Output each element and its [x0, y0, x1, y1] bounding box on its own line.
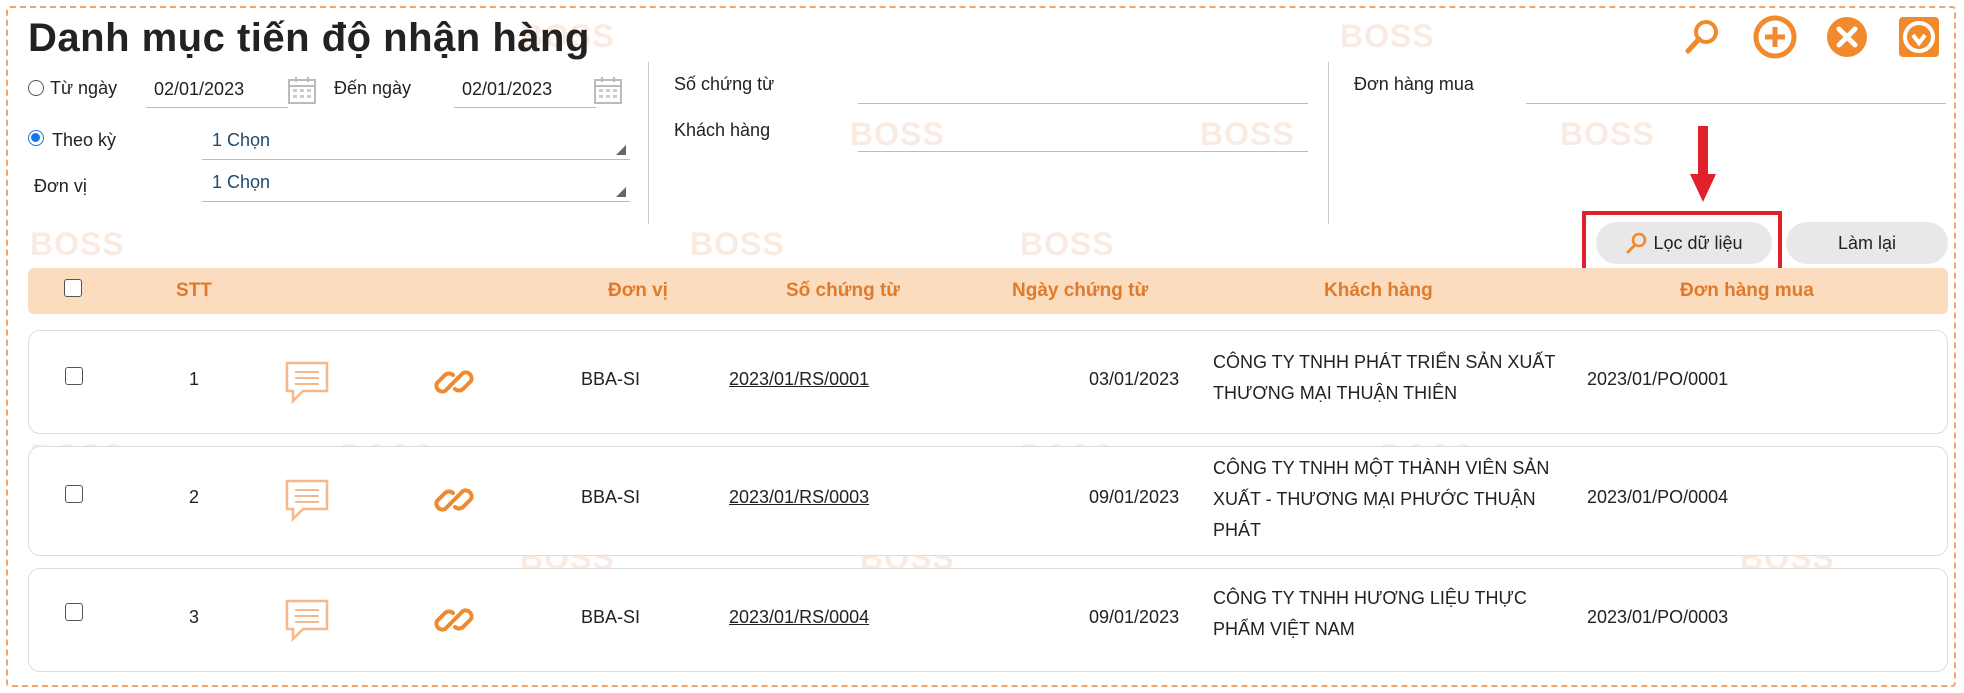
search-icon[interactable]	[1680, 14, 1726, 60]
theo-ky-value: 1 Chọn	[212, 130, 271, 150]
row-khach-hang: CÔNG TY TNHH HƯƠNG LIỆU THỰC PHẨM VIỆT N…	[1213, 588, 1527, 639]
theo-ky-label: Theo kỳ	[52, 130, 117, 150]
don-vi-value: 1 Chọn	[212, 172, 271, 192]
calendar-icon[interactable]	[286, 74, 318, 106]
close-icon[interactable]	[1824, 14, 1870, 60]
select-all-checkbox[interactable]	[64, 279, 82, 297]
table-row[interactable]: 2 BBA-SI 2023/01/RS/0003 09/01/2023 CÔNG…	[28, 446, 1948, 556]
header-don-vi: Đơn vị	[608, 280, 668, 301]
row-don-hang-mua: 2023/01/PO/0001	[1587, 369, 1729, 389]
don-vi-select[interactable]: 1 Chọn	[202, 164, 630, 202]
page-title: Danh mục tiến độ nhận hàng	[28, 16, 590, 60]
tu-ngay-input[interactable]: 02/01/2023	[146, 72, 288, 108]
link-icon[interactable]	[433, 361, 475, 403]
don-hang-mua-label: Đơn hàng mua	[1354, 74, 1474, 94]
row-khach-hang: CÔNG TY TNHH PHÁT TRIỂN SẢN XUẤT THƯƠNG …	[1213, 352, 1556, 403]
den-ngay-input[interactable]: 02/01/2023	[454, 72, 596, 108]
comment-icon[interactable]	[283, 597, 331, 643]
link-icon[interactable]	[433, 479, 475, 521]
row-don-hang-mua: 2023/01/PO/0003	[1587, 607, 1729, 627]
khach-hang-input[interactable]	[858, 114, 1308, 152]
khach-hang-label: Khách hàng	[674, 120, 771, 140]
row-don-hang-mua: 2023/01/PO/0004	[1587, 487, 1729, 507]
highlight-box	[1582, 211, 1782, 275]
lam-lai-label: Làm lại	[1837, 232, 1897, 253]
row-ngay-chung-tu: 09/01/2023	[1089, 607, 1180, 627]
den-ngay-label: Đến ngày	[334, 78, 412, 98]
don-vi-label: Đơn vị	[34, 176, 87, 196]
row-ngay-chung-tu: 03/01/2023	[1089, 369, 1180, 389]
header-don-hang-mua: Đơn hàng mua	[1680, 280, 1814, 301]
row-don-vi: BBA-SI	[581, 487, 641, 507]
row-don-vi: BBA-SI	[581, 369, 641, 389]
theo-ky-select[interactable]: 1 Chọn	[202, 122, 630, 160]
row-checkbox[interactable]	[65, 603, 83, 621]
don-hang-mua-input[interactable]	[1526, 66, 1946, 104]
row-stt: 1	[189, 369, 200, 389]
row-so-chung-tu-link[interactable]: 2023/01/RS/0003	[729, 487, 869, 508]
row-checkbox[interactable]	[65, 485, 83, 503]
divider	[1328, 62, 1329, 224]
so-chung-tu-label: Số chứng từ	[674, 74, 775, 94]
row-checkbox[interactable]	[65, 367, 83, 385]
dropdown-arrow-icon	[616, 187, 626, 197]
tu-ngay-radio[interactable]	[28, 80, 44, 96]
header-khach-hang: Khách hàng	[1324, 280, 1433, 301]
row-so-chung-tu-link[interactable]: 2023/01/RS/0001	[729, 369, 869, 390]
table-header: STT Đơn vị Số chứng từ Ngày chứng từ Khá…	[28, 268, 1948, 314]
tu-ngay-label: Từ ngày	[50, 78, 118, 98]
comment-icon[interactable]	[283, 477, 331, 523]
dropdown-arrow-icon	[616, 145, 626, 155]
row-so-chung-tu-link[interactable]: 2023/01/RS/0004	[729, 607, 869, 628]
help-icon[interactable]	[1896, 14, 1942, 60]
header-ngay-chung-tu: Ngày chứng từ	[1012, 280, 1149, 301]
add-icon[interactable]	[1752, 14, 1798, 60]
so-chung-tu-input[interactable]	[858, 66, 1308, 104]
calendar-icon[interactable]	[592, 74, 624, 106]
row-khach-hang: CÔNG TY TNHH MỘT THÀNH VIÊN SẢN XUẤT - T…	[1213, 458, 1550, 540]
table-row[interactable]: 1 BBA-SI 2023/01/RS/0001 03/01/2023 CÔNG…	[28, 330, 1948, 434]
toolbar	[1680, 14, 1942, 60]
row-don-vi: BBA-SI	[581, 607, 641, 627]
row-stt: 3	[189, 607, 200, 627]
divider	[648, 62, 649, 224]
link-icon[interactable]	[433, 599, 475, 641]
row-stt: 2	[189, 487, 200, 507]
row-ngay-chung-tu: 09/01/2023	[1089, 487, 1180, 507]
table-row[interactable]: 3 BBA-SI 2023/01/RS/0004 09/01/2023 CÔNG…	[28, 568, 1948, 672]
annotation-arrow-icon	[1690, 126, 1716, 202]
lam-lai-button[interactable]: Làm lại	[1786, 222, 1948, 264]
comment-icon[interactable]	[283, 359, 331, 405]
header-stt: STT	[176, 280, 212, 301]
header-so-chung-tu: Số chứng từ	[786, 280, 901, 301]
theo-ky-radio[interactable]	[28, 130, 44, 146]
